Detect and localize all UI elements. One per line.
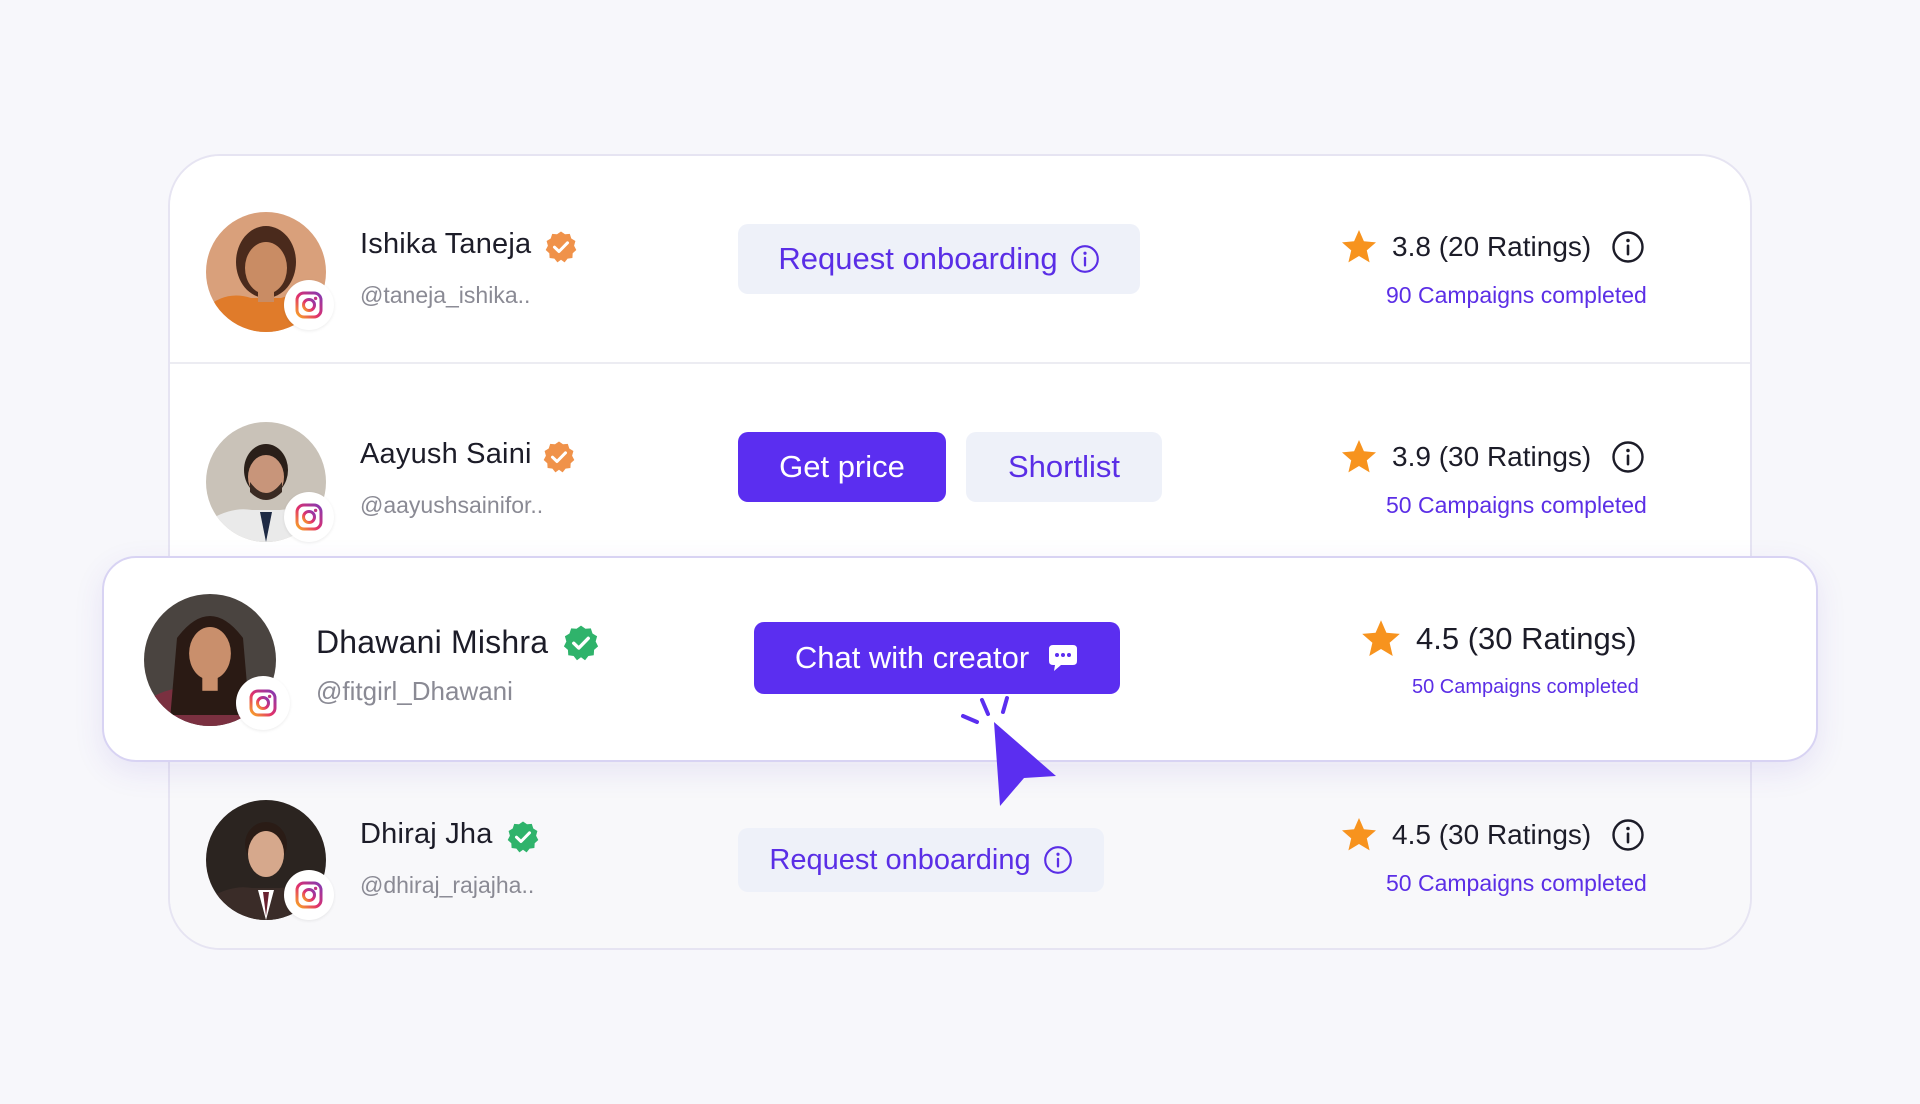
creator-handle: @aayushsainifor..	[360, 492, 544, 518]
rating-text: 4.5 (30 Ratings)	[1416, 621, 1637, 656]
verified-badge-icon	[542, 440, 576, 474]
star-icon	[1340, 228, 1378, 266]
info-icon[interactable]	[1611, 230, 1645, 264]
creator-handle: @dhiraj_rajajha..	[360, 872, 535, 898]
rating: 4.5 (30 Ratings)	[1360, 618, 1637, 660]
star-icon	[1340, 816, 1378, 854]
rating: 3.9 (30 Ratings)	[1340, 438, 1645, 476]
verified-badge-icon	[562, 624, 600, 662]
verified-badge-icon	[544, 230, 578, 264]
campaigns-completed: 50 Campaigns completed	[1386, 492, 1647, 518]
rating-text: 3.8 (20 Ratings)	[1392, 231, 1592, 262]
creator-row[interactable]: Aayush Saini @aayushsainifor.. Get price…	[170, 364, 1750, 574]
shortlist-button[interactable]: Shortlist	[966, 432, 1162, 502]
campaigns-completed: 50 Campaigns completed	[1386, 870, 1647, 896]
creator-name: Dhawani Mishra	[316, 624, 549, 660]
instagram-icon	[284, 870, 334, 920]
instagram-icon	[284, 492, 334, 542]
verified-badge-icon	[506, 820, 540, 854]
instagram-icon	[236, 676, 290, 730]
star-icon	[1360, 618, 1402, 660]
button-label: Request onboarding	[778, 241, 1058, 276]
button-label: Request onboarding	[769, 843, 1031, 876]
chat-with-creator-button[interactable]: Chat with creator	[754, 622, 1120, 694]
rating-text: 3.9 (30 Ratings)	[1392, 441, 1592, 472]
info-icon[interactable]	[1611, 818, 1645, 852]
star-icon	[1340, 438, 1378, 476]
rating: 3.8 (20 Ratings)	[1340, 228, 1645, 266]
chat-bubble-icon	[1049, 645, 1078, 671]
get-price-button[interactable]: Get price	[738, 432, 946, 502]
rating: 4.5 (30 Ratings)	[1340, 816, 1645, 854]
info-icon	[1043, 845, 1073, 875]
creator-name: Aayush Saini	[360, 438, 532, 470]
creator-list-card: Ishika Taneja @taneja_ishika.. Request o…	[168, 154, 1752, 950]
instagram-icon	[284, 280, 334, 330]
creator-name: Dhiraj Jha	[360, 818, 493, 850]
request-onboarding-button[interactable]: Request onboarding	[738, 224, 1140, 294]
creator-handle: @taneja_ishika..	[360, 282, 531, 308]
info-icon[interactable]	[1611, 440, 1645, 474]
request-onboarding-button[interactable]: Request onboarding	[738, 828, 1104, 892]
rating-text: 4.5 (30 Ratings)	[1392, 819, 1592, 850]
creator-row[interactable]: Ishika Taneja @taneja_ishika.. Request o…	[170, 156, 1750, 364]
cursor-pointer-icon	[994, 722, 1056, 806]
info-icon	[1070, 244, 1100, 274]
creator-name: Ishika Taneja	[360, 228, 532, 260]
campaigns-completed: 90 Campaigns completed	[1386, 282, 1647, 308]
button-label: Get price	[779, 449, 905, 484]
button-label: Shortlist	[1008, 449, 1120, 484]
creator-handle: @fitgirl_Dhawani	[316, 676, 513, 706]
button-label: Chat with creator	[794, 640, 1030, 675]
campaigns-completed: 50 Campaigns completed	[1412, 676, 1639, 698]
